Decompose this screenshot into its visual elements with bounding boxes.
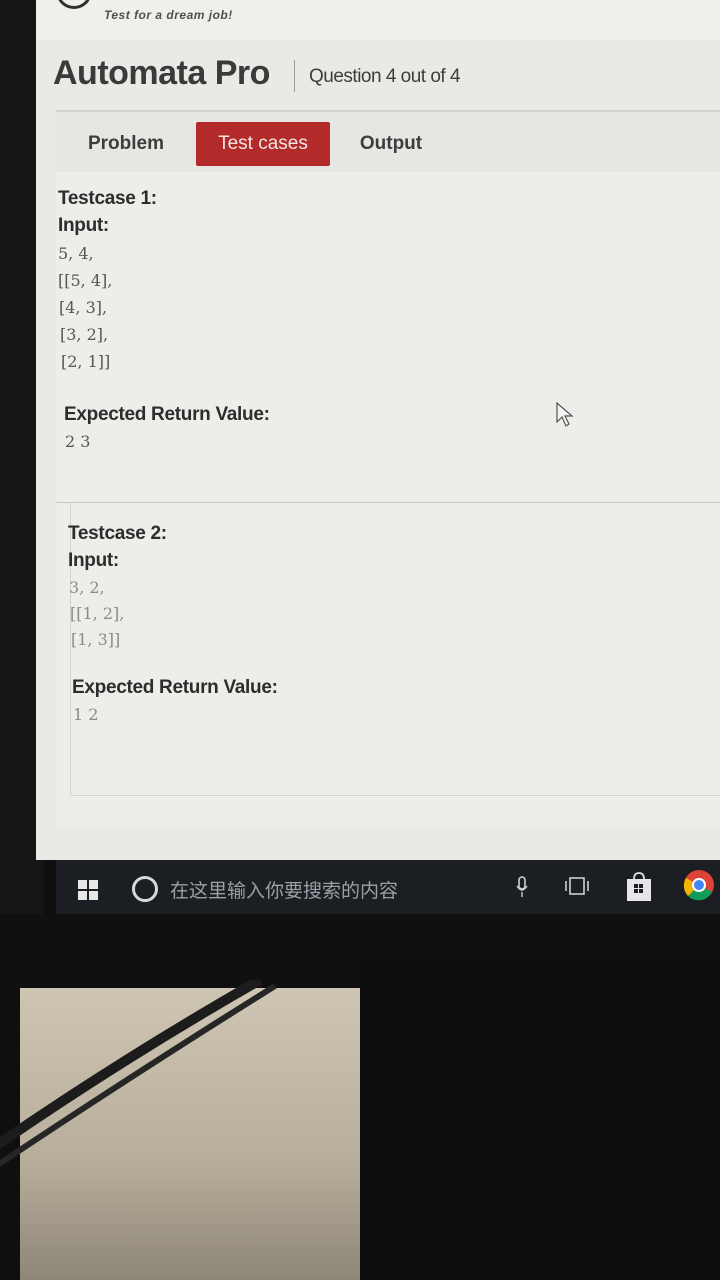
brand-tagline: Test for a dream job! [104, 8, 233, 22]
brand-strip: Test for a dream job! [36, 0, 720, 41]
question-counter: Question 4 out of 4 [309, 66, 461, 87]
testcase-title: Testcase 2: [68, 523, 167, 544]
input-line: [4, 3], [59, 298, 108, 317]
testcase-title: Testcase 1: [58, 188, 157, 209]
testcase-box [70, 503, 720, 796]
task-view-icon[interactable] [564, 876, 590, 896]
tab-test-cases[interactable]: Test cases [196, 122, 330, 166]
power-cable [0, 980, 277, 1167]
expected-return-label: Expected Return Value: [64, 404, 270, 425]
input-line: 5, 4, [58, 244, 94, 263]
search-placeholder[interactable]: 在这里输入你要搜索的内容 [170, 876, 398, 903]
input-label: Input: [58, 215, 109, 236]
chrome-icon[interactable] [682, 868, 716, 902]
testcase-1: Testcase 1: Input: 5, 4, [[5, 4], [4, 3]… [56, 182, 720, 500]
testcase-2: Testcase 2: Input: 3, 2, [[1, 2], [1, 3]… [56, 502, 720, 803]
input-line: [2, 1]] [61, 352, 111, 371]
expected-return-value: 2 3 [65, 432, 91, 451]
brand-logo-icon [56, 0, 92, 9]
tab-output[interactable]: Output [356, 122, 426, 166]
app-header: Automata Pro Question 4 out of 4 [36, 40, 720, 108]
taskbar-search[interactable]: 在这里输入你要搜索的内容 [120, 874, 480, 902]
input-label: Input: [68, 550, 119, 571]
tab-problem[interactable]: Problem [76, 122, 176, 166]
microphone-icon[interactable] [516, 876, 528, 898]
input-line: [1, 3]] [71, 630, 121, 649]
cortana-icon[interactable] [132, 876, 158, 902]
input-line: [[5, 4], [58, 271, 113, 290]
input-line: [3, 2], [60, 325, 109, 344]
input-line: [[1, 2], [70, 604, 125, 623]
windows-taskbar: 在这里输入你要搜索的内容 [56, 860, 720, 914]
dark-background [360, 960, 720, 1280]
title-divider [294, 60, 295, 92]
browser-screen: Test for a dream job! Automata Pro Quest… [36, 0, 720, 860]
mouse-cursor-icon [556, 402, 574, 427]
expected-return-value: 1 2 [73, 705, 99, 724]
store-icon[interactable] [626, 872, 652, 902]
question-panel: Problem Test cases Output Testcase 1: In… [56, 110, 720, 828]
app-title: Automata Pro [53, 54, 270, 92]
expected-return-label: Expected Return Value: [72, 677, 278, 698]
windows-start-icon[interactable] [78, 880, 98, 900]
tab-bar: Problem Test cases Output [56, 112, 720, 172]
input-line: 3, 2, [69, 578, 105, 597]
